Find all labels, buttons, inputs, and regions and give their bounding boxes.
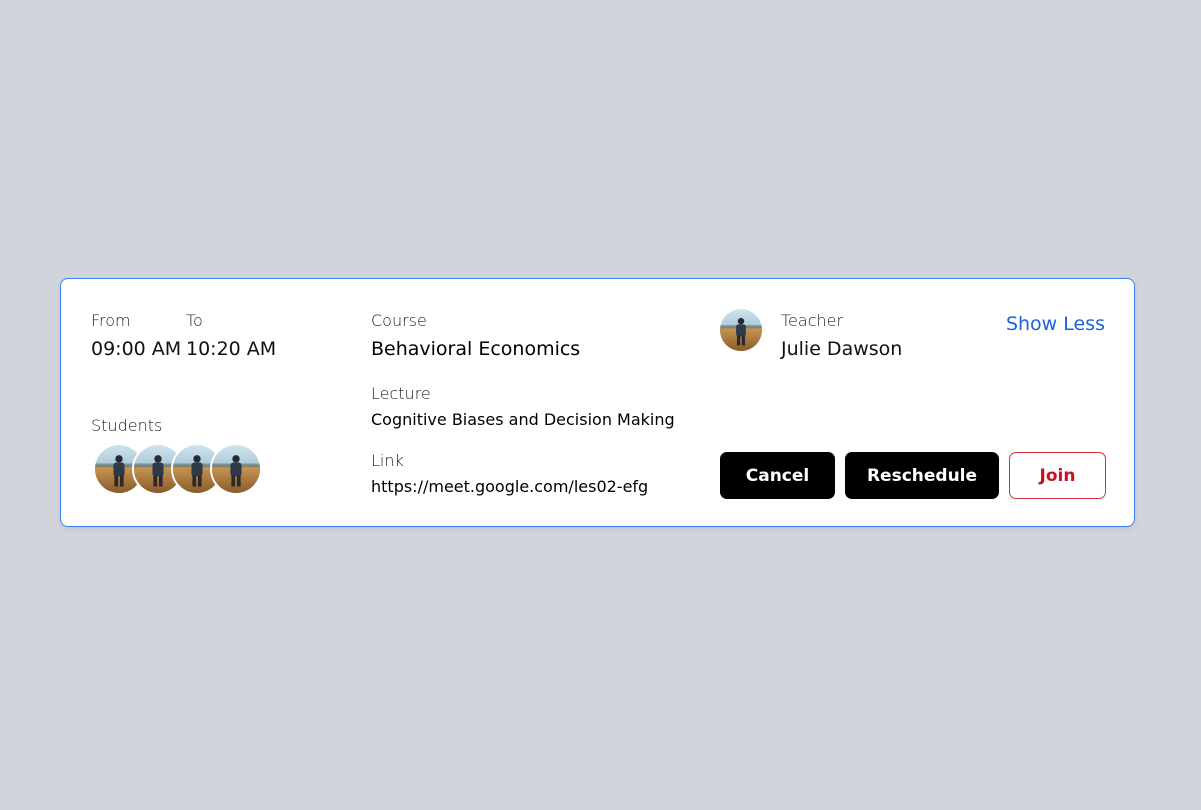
join-button[interactable]: Join — [1009, 452, 1106, 499]
from-label: From — [91, 311, 131, 330]
cancel-button[interactable]: Cancel — [720, 452, 835, 499]
reschedule-button[interactable]: Reschedule — [845, 452, 999, 499]
from-time: 09:00 AM — [91, 338, 182, 360]
show-less-link[interactable]: Show Less — [1006, 313, 1105, 335]
teacher-avatar — [720, 309, 762, 351]
to-time: 10:20 AM — [186, 338, 277, 360]
lesson-card: From To 09:00 AM 10:20 AM Students Cours… — [60, 278, 1135, 527]
lecture-name: Cognitive Biases and Decision Making — [371, 410, 675, 429]
meeting-link[interactable]: https://meet.google.com/les02-efg — [371, 477, 648, 496]
lecture-label: Lecture — [371, 384, 431, 403]
student-avatar-group — [93, 443, 273, 497]
to-label: To — [186, 311, 203, 330]
course-name: Behavioral Economics — [371, 338, 581, 360]
course-label: Course — [371, 311, 427, 330]
link-label: Link — [371, 451, 404, 470]
teacher-label: Teacher — [781, 311, 844, 330]
student-avatar[interactable] — [210, 443, 262, 495]
students-label: Students — [91, 416, 163, 435]
teacher-name: Julie Dawson — [781, 338, 903, 360]
